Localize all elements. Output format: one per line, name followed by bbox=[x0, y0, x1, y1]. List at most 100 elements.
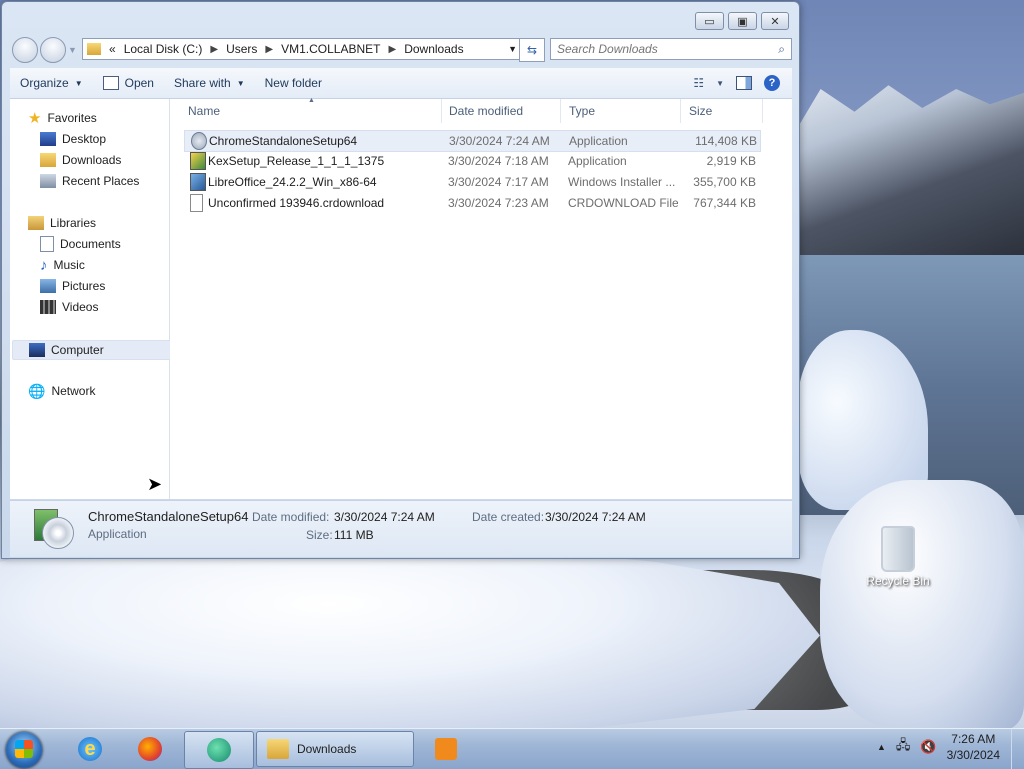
nav-recent-places[interactable]: Recent Places bbox=[40, 172, 139, 190]
view-dropdown-icon[interactable]: ▼ bbox=[716, 79, 724, 88]
address-dropdown-icon[interactable]: ▼ bbox=[508, 44, 517, 54]
help-icon[interactable]: ? bbox=[764, 75, 780, 91]
file-size: 355,700 KB bbox=[693, 175, 756, 189]
nav-libraries[interactable]: Libraries bbox=[28, 214, 96, 232]
view-controls: ☷ ▼ ? bbox=[693, 75, 792, 91]
maximize-button[interactable]: ▣ bbox=[728, 12, 757, 30]
view-options-icon[interactable]: ☷ bbox=[693, 76, 704, 90]
nav-computer[interactable]: Computer bbox=[12, 340, 180, 360]
application-icon bbox=[102, 76, 119, 90]
wallpaper-ice-lower-right bbox=[820, 480, 1024, 730]
nav-label: Favorites bbox=[47, 111, 97, 125]
desktop-icon bbox=[40, 132, 56, 146]
share-with-button[interactable]: Share with ▼ bbox=[164, 76, 255, 90]
nav-label: Music bbox=[53, 258, 85, 272]
clock[interactable]: 7:26 AM 3/30/2024 bbox=[947, 731, 1000, 763]
firefox-icon bbox=[138, 737, 162, 761]
windows-logo-icon bbox=[15, 740, 33, 758]
refresh-button[interactable]: ⇆ bbox=[519, 38, 545, 62]
close-button[interactable]: ✕ bbox=[761, 12, 789, 30]
videos-icon bbox=[40, 300, 56, 314]
nav-label: Documents bbox=[60, 237, 121, 251]
minimize-button[interactable]: ▭ bbox=[695, 12, 724, 30]
preview-pane-icon[interactable] bbox=[736, 76, 752, 90]
taskbar-media-player[interactable] bbox=[424, 731, 468, 767]
nav-buttons: ▼ bbox=[12, 37, 77, 63]
remote-app-icon bbox=[207, 738, 231, 762]
blank-file-icon bbox=[190, 194, 203, 212]
file-row[interactable]: Unconfirmed 193946.crdownload 3/30/2024 … bbox=[184, 193, 759, 213]
star-icon: ★ bbox=[28, 110, 42, 127]
breadcrumb-item[interactable]: Users bbox=[226, 42, 257, 56]
taskbar-explorer-downloads[interactable]: Downloads bbox=[256, 731, 414, 767]
network-status-icon[interactable]: 🖧 bbox=[896, 736, 911, 758]
new-folder-label: New folder bbox=[264, 76, 322, 90]
file-row[interactable]: KexSetup_Release_1_1_1_1375 3/30/2024 7:… bbox=[184, 151, 759, 171]
address-bar[interactable]: « Local Disk (C:) ▶ Users ▶ VM1.COLLABNE… bbox=[82, 38, 524, 60]
file-row[interactable]: LibreOffice_24.2.2_Win_x86-64 3/30/2024 … bbox=[184, 172, 759, 192]
navigation-pane: ★ Favorites Desktop Downloads Recent Pla… bbox=[10, 99, 180, 499]
show-hidden-icons-icon[interactable]: ▲ bbox=[877, 742, 886, 752]
chevron-right-icon[interactable]: ▶ bbox=[265, 44, 273, 55]
volume-muted-icon[interactable]: 🔇 bbox=[920, 739, 936, 755]
details-date-modified-label: Date modified: bbox=[252, 510, 330, 524]
nav-music[interactable]: ♪ Music bbox=[40, 256, 85, 274]
file-name: Unconfirmed 193946.crdownload bbox=[208, 196, 385, 210]
column-header-type[interactable]: Type bbox=[561, 99, 681, 123]
file-row[interactable]: ChromeStandaloneSetup64 3/30/2024 7:24 A… bbox=[184, 130, 761, 152]
taskbar-app-green[interactable] bbox=[184, 731, 254, 769]
libraries-icon bbox=[28, 216, 44, 230]
nav-label: Recent Places bbox=[62, 174, 140, 188]
details-date-modified-value: 3/30/2024 7:24 AM bbox=[334, 510, 435, 524]
taskbar-internet-explorer[interactable]: e bbox=[68, 731, 112, 767]
close-icon: ✕ bbox=[770, 15, 780, 28]
start-button[interactable] bbox=[6, 732, 42, 768]
recycle-bin-desktop-icon[interactable]: Recycle Bin bbox=[862, 526, 934, 588]
breadcrumb-item[interactable]: Local Disk (C:) bbox=[124, 42, 203, 56]
organize-label: Organize bbox=[20, 76, 69, 90]
column-header-size[interactable]: Size bbox=[681, 99, 763, 123]
breadcrumb-item[interactable]: VM1.COLLABNET bbox=[281, 42, 380, 56]
search-icon[interactable]: ⌕ bbox=[778, 42, 785, 57]
nav-favorites[interactable]: ★ Favorites bbox=[28, 109, 97, 127]
explorer-window: ▭ ▣ ✕ ▼ « Local Disk (C:) ▶ Users ▶ VM1.… bbox=[1, 1, 800, 559]
clock-time: 7:26 AM bbox=[951, 732, 996, 746]
taskbar-firefox[interactable] bbox=[128, 731, 172, 767]
music-icon: ♪ bbox=[40, 256, 48, 274]
setup-installer-icon bbox=[190, 152, 206, 170]
nav-label: Downloads bbox=[62, 153, 122, 167]
breadcrumb-item[interactable]: Downloads bbox=[404, 42, 463, 56]
details-file-type: Application bbox=[88, 527, 147, 541]
nav-videos[interactable]: Videos bbox=[40, 298, 98, 316]
file-date: 3/30/2024 7:24 AM bbox=[449, 134, 550, 148]
nav-label: Desktop bbox=[62, 132, 107, 146]
file-date: 3/30/2024 7:23 AM bbox=[448, 196, 549, 210]
chevron-right-icon[interactable]: ▶ bbox=[389, 44, 397, 55]
recent-pages-dropdown-icon[interactable]: ▼ bbox=[68, 45, 77, 63]
breadcrumb-overflow[interactable]: « bbox=[109, 42, 116, 56]
column-header-name[interactable]: Name bbox=[180, 99, 442, 123]
share-with-label: Share with bbox=[173, 76, 231, 90]
open-button[interactable]: Open bbox=[93, 76, 164, 90]
taskbar: e Downloads ▲ 🖧 🔇 7:26 AM 3/30/2024 bbox=[0, 728, 1024, 769]
windows-installer-icon bbox=[190, 173, 206, 191]
back-button[interactable] bbox=[12, 37, 38, 63]
nav-downloads[interactable]: Downloads bbox=[40, 151, 121, 169]
chevron-right-icon[interactable]: ▶ bbox=[210, 44, 218, 55]
clock-date: 3/30/2024 bbox=[946, 748, 1000, 762]
column-header-date-modified[interactable]: Date modified bbox=[441, 99, 561, 123]
forward-button[interactable] bbox=[40, 37, 66, 63]
organize-button[interactable]: Organize ▼ bbox=[10, 76, 93, 90]
search-box[interactable]: ⌕ bbox=[550, 38, 792, 60]
details-date-created-label: Date created: bbox=[472, 510, 545, 524]
search-input[interactable] bbox=[551, 41, 769, 57]
nav-network[interactable]: 🌐 Network bbox=[28, 382, 95, 400]
command-bar: Organize ▼ Open Share with ▼ New folder … bbox=[10, 68, 792, 99]
new-folder-button[interactable]: New folder bbox=[255, 76, 332, 90]
nav-desktop[interactable]: Desktop bbox=[40, 130, 106, 148]
show-desktop-button[interactable] bbox=[1011, 729, 1024, 769]
nav-pictures[interactable]: Pictures bbox=[40, 277, 105, 295]
file-size: 114,408 KB bbox=[695, 134, 757, 148]
nav-documents[interactable]: Documents bbox=[40, 235, 121, 253]
recent-places-icon bbox=[40, 174, 56, 188]
